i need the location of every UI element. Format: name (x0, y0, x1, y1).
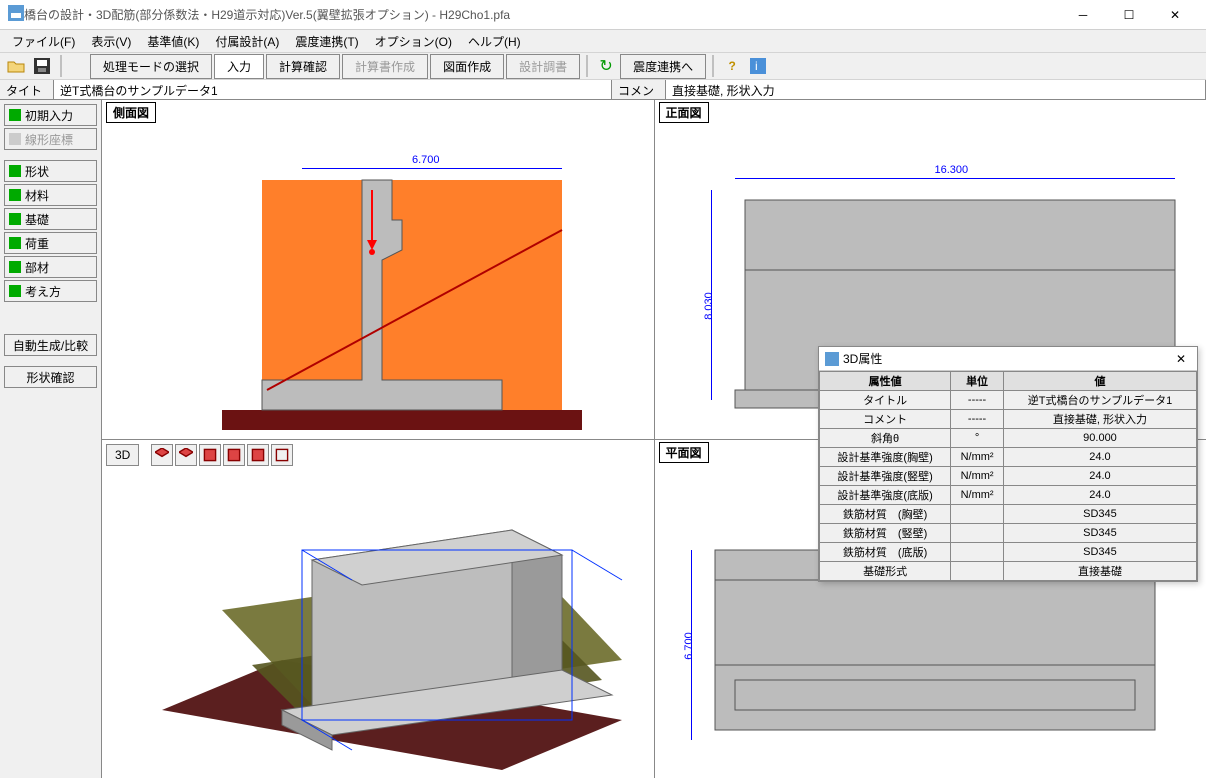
panel-close-button[interactable]: ✕ (1171, 352, 1191, 366)
table-row: 斜角θ°90.000 (820, 429, 1197, 448)
app-icon (8, 5, 24, 24)
table-row: コメント-----直接基礎, 形状入力 (820, 410, 1197, 429)
table-row: 鉄筋材質 (竪壁)SD345 (820, 524, 1197, 543)
sidebar: 初期入力 線形座標 形状 材料 基礎 荷重 部材 考え方 自動生成/比較 形状確… (0, 100, 102, 778)
side-view-label: 側面図 (106, 102, 156, 123)
menubar: ファイル(F) 表示(V) 基準値(K) 付属設計(A) 震度連携(T) オプシ… (0, 30, 1206, 52)
info-icon[interactable]: i (746, 54, 770, 78)
sidebar-shape[interactable]: 形状 (4, 160, 97, 182)
window-title: 橋台の設計・3D配筋(部分係数法・H29道示対応)Ver.5(翼壁拡張オプション… (24, 6, 1060, 23)
comment-value: 直接基礎, 形状入力 (666, 80, 1206, 99)
save-button[interactable] (30, 54, 54, 78)
view-side-icon[interactable] (223, 444, 245, 466)
view-front-icon[interactable] (199, 444, 221, 466)
viewport-side[interactable]: 側面図 6.700 8.030 (102, 100, 654, 439)
tab-input[interactable]: 入力 (214, 54, 264, 79)
comment-label: コメント: (612, 80, 666, 99)
table-row: 設計基準強度(竪壁)N/mm²24.0 (820, 467, 1197, 486)
dim-plan-height: 6.700 (682, 632, 694, 660)
close-button[interactable]: ✕ (1152, 0, 1198, 30)
help-icon[interactable]: ? (720, 54, 744, 78)
sidebar-linecoord[interactable]: 線形座標 (4, 128, 97, 150)
sidebar-member[interactable]: 部材 (4, 256, 97, 278)
maximize-button[interactable]: ☐ (1106, 0, 1152, 30)
col-unit: 単位 (951, 372, 1004, 391)
menu-help[interactable]: ヘルプ(H) (460, 31, 529, 52)
table-row: 鉄筋材質 (底版)SD345 (820, 543, 1197, 562)
refresh-icon[interactable]: ↻ (594, 54, 618, 78)
svg-text:i: i (755, 59, 758, 73)
3d-label-button[interactable]: 3D (106, 444, 139, 466)
plan-view-label: 平面図 (659, 442, 709, 463)
panel-title: 3D属性 (843, 350, 882, 367)
tab-seismic-link[interactable]: 震度連携へ (620, 54, 706, 79)
view-top-icon[interactable] (247, 444, 269, 466)
tab-mode[interactable]: 処理モードの選択 (90, 54, 212, 79)
table-row: 設計基準強度(底版)N/mm²24.0 (820, 486, 1197, 505)
viewport-3d[interactable]: 3D (102, 440, 654, 778)
sidebar-init[interactable]: 初期入力 (4, 104, 97, 126)
menu-view[interactable]: 表示(V) (83, 31, 139, 52)
col-attr: 属性値 (820, 372, 951, 391)
sidebar-material[interactable]: 材料 (4, 184, 97, 206)
attributes-table: 属性値 単位 値 タイトル-----逆T式橋台のサンプルデータ1コメント----… (819, 371, 1197, 581)
3d-render (102, 470, 652, 778)
panel-titlebar[interactable]: 3D属性 ✕ (819, 347, 1197, 371)
table-row: 設計基準強度(胸壁)N/mm²24.0 (820, 448, 1197, 467)
dim-front-height: 8.030 (702, 292, 714, 320)
tab-drawing[interactable]: 図面作成 (430, 54, 504, 79)
view-wire-icon[interactable] (271, 444, 293, 466)
table-row: 鉄筋材質 (胸壁)SD345 (820, 505, 1197, 524)
panel-3d-attributes[interactable]: 3D属性 ✕ 属性値 単位 値 タイトル-----逆T式橋台のサンプルデータ1コ… (818, 346, 1198, 582)
view-iso1-icon[interactable] (151, 444, 173, 466)
table-row: タイトル-----逆T式橋台のサンプルデータ1 (820, 391, 1197, 410)
minimize-button[interactable]: ─ (1060, 0, 1106, 30)
title-value: 逆T式橋台のサンプルデータ1 (54, 80, 612, 99)
panel-icon (825, 352, 839, 366)
info-bar: タイトル: 逆T式橋台のサンプルデータ1 コメント: 直接基礎, 形状入力 (0, 80, 1206, 100)
table-row: 基礎形式直接基礎 (820, 562, 1197, 581)
side-elevation-drawing (222, 160, 582, 439)
titlebar: 橋台の設計・3D配筋(部分係数法・H29道示対応)Ver.5(翼壁拡張オプション… (0, 0, 1206, 30)
menu-seismic[interactable]: 震度連携(T) (287, 31, 366, 52)
sidebar-autogen[interactable]: 自動生成/比較 (4, 334, 97, 356)
sidebar-foundation[interactable]: 基礎 (4, 208, 97, 230)
front-view-label: 正面図 (659, 102, 709, 123)
menu-file[interactable]: ファイル(F) (4, 31, 83, 52)
sidebar-thinking[interactable]: 考え方 (4, 280, 97, 302)
menu-attach[interactable]: 付属設計(A) (207, 31, 287, 52)
tab-report[interactable]: 計算書作成 (342, 54, 428, 79)
view-iso2-icon[interactable] (175, 444, 197, 466)
tab-spec[interactable]: 設計調書 (506, 54, 580, 79)
sidebar-shapecheck[interactable]: 形状確認 (4, 366, 97, 388)
open-button[interactable] (4, 54, 28, 78)
toolbar: 処理モードの選択 入力 計算確認 計算書作成 図面作成 設計調書 ↻ 震度連携へ… (0, 52, 1206, 80)
col-val: 値 (1003, 372, 1196, 391)
title-label: タイトル: (0, 80, 54, 99)
menu-option[interactable]: オプション(O) (367, 31, 460, 52)
menu-std[interactable]: 基準値(K) (139, 31, 207, 52)
tab-check[interactable]: 計算確認 (266, 54, 340, 79)
sidebar-load[interactable]: 荷重 (4, 232, 97, 254)
